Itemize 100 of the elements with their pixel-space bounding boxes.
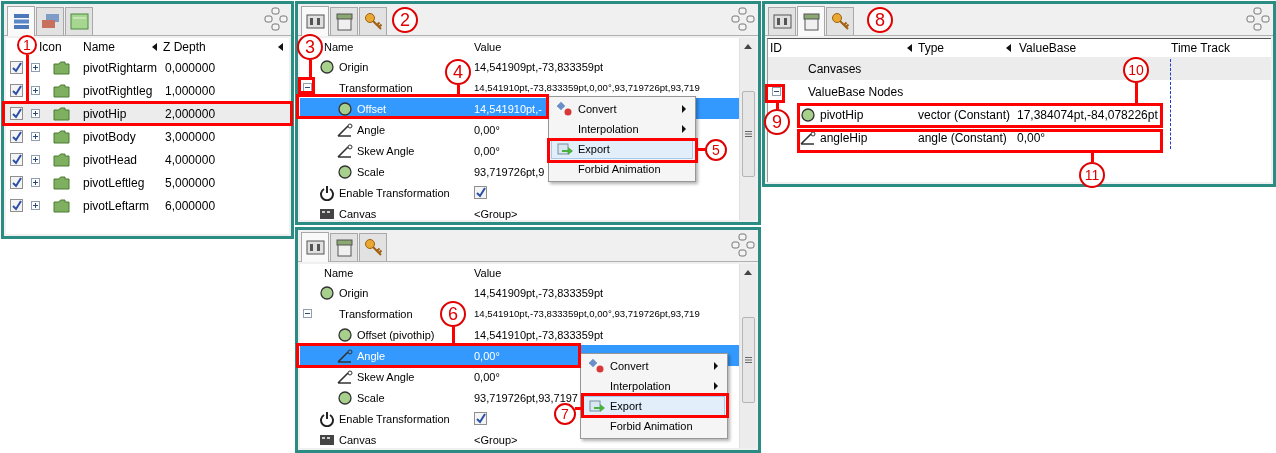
z-depth-value: 0,000000 <box>165 60 216 75</box>
export-icon <box>588 398 606 414</box>
column-header[interactable]: Name <box>324 267 354 279</box>
panel-tab[interactable] <box>826 7 854 35</box>
column-header[interactable]: Type <box>918 39 1017 57</box>
parameter-name: Offset <box>357 102 387 115</box>
leader-line <box>1135 83 1138 103</box>
layer-row[interactable]: pivotLeftleg 5,000000 <box>6 171 289 194</box>
layer-row[interactable]: pivotRightarm 0,000000 <box>6 56 289 79</box>
scroll-up-icon[interactable] <box>744 270 752 275</box>
column-header[interactable]: ValueBase <box>1017 39 1167 57</box>
z-depth-value: 3,000000 <box>165 129 216 144</box>
parameter-name: Angle <box>357 349 386 362</box>
menu-item[interactable]: Convert <box>551 99 693 119</box>
parameter-value: 14,541910pt,-73,833359pt <box>474 328 604 341</box>
parameter-value: 0,00° <box>474 349 500 362</box>
parameter-name: Scale <box>357 165 385 178</box>
panel-tab[interactable] <box>301 232 329 262</box>
panel-tab[interactable] <box>359 233 387 261</box>
expand-toggle[interactable] <box>303 309 312 318</box>
sort-arrow-icon[interactable] <box>1006 44 1011 52</box>
sort-arrow-icon[interactable] <box>278 43 283 51</box>
panel-tab[interactable] <box>330 7 358 35</box>
scrollbar[interactable] <box>739 264 756 448</box>
menu-item[interactable]: Forbid Animation <box>583 416 725 436</box>
column-header[interactable]: Name <box>324 41 354 53</box>
column-header[interactable]: ID <box>768 39 918 57</box>
parameter-value: 14,541910pt,- <box>474 102 542 115</box>
scrollbar[interactable] <box>739 38 756 220</box>
parameter-value: 93,719726pt,93,7197 <box>474 391 578 404</box>
parameter-name: Canvas <box>339 207 377 220</box>
scroll-up-icon[interactable] <box>744 44 752 49</box>
column-header[interactable]: Value <box>474 41 502 53</box>
panel-tab[interactable] <box>301 6 329 36</box>
expand-toggle[interactable] <box>31 201 40 210</box>
checkbox[interactable] <box>10 153 23 166</box>
dock-handle-icon[interactable] <box>264 7 288 31</box>
circle-icon <box>337 163 353 180</box>
dock-handle-icon[interactable] <box>731 233 755 257</box>
checkbox[interactable] <box>10 199 23 212</box>
panel-tab[interactable] <box>797 6 825 36</box>
node-value: 17,384074pt,-84,078226pt <box>1017 107 1158 122</box>
layer-row[interactable]: pivotBody 3,000000 <box>6 125 289 148</box>
menu-item[interactable]: Convert <box>583 356 725 376</box>
parameter-name: Skew Angle <box>357 370 415 383</box>
expand-toggle[interactable] <box>31 86 40 95</box>
node-id: Canvases <box>808 61 862 76</box>
menu-item[interactable]: Forbid Animation <box>551 159 693 179</box>
menu-item[interactable]: Export <box>551 139 693 159</box>
panel-tab[interactable] <box>7 6 35 36</box>
scroll-thumb[interactable] <box>741 91 755 177</box>
checkbox[interactable] <box>10 107 23 120</box>
menu-item[interactable]: Interpolation <box>551 119 693 139</box>
panel-icon <box>771 11 793 32</box>
checkbox[interactable] <box>10 130 23 143</box>
parameter-name: Skew Angle <box>357 144 415 157</box>
sort-arrow-icon[interactable] <box>152 43 157 51</box>
layer-name: pivotRightleg <box>83 83 154 98</box>
checkbox[interactable] <box>10 84 23 97</box>
expand-toggle[interactable] <box>771 87 781 96</box>
expand-toggle[interactable] <box>31 109 40 118</box>
parameter-name: Angle <box>357 123 386 136</box>
expand-toggle[interactable] <box>31 63 40 72</box>
expand-toggle[interactable] <box>303 83 312 92</box>
parameter-value: 14,541909pt,-73,833359pt <box>474 286 604 299</box>
checkbox[interactable] <box>474 186 487 199</box>
expand-toggle[interactable] <box>31 178 40 187</box>
column-header[interactable]: Name <box>83 38 163 56</box>
panel-tab[interactable] <box>768 7 796 35</box>
scroll-thumb[interactable] <box>741 317 755 403</box>
column-header[interactable]: Time Track <box>1167 39 1271 57</box>
panel-tab[interactable] <box>359 7 387 35</box>
panel-tab[interactable] <box>330 233 358 261</box>
checkbox[interactable] <box>10 61 23 74</box>
layer-row[interactable]: pivotLeftarm 6,000000 <box>6 194 289 217</box>
menu-item[interactable]: Export <box>583 396 725 416</box>
key-icon <box>829 11 851 32</box>
sort-arrow-icon[interactable] <box>907 44 912 52</box>
expand-toggle[interactable] <box>31 132 40 141</box>
jar-icon <box>333 237 355 258</box>
column-header[interactable]: Icon <box>39 38 83 56</box>
layer-name: pivotBody <box>83 129 137 144</box>
parameter-name: Origin <box>339 60 369 73</box>
layer-row[interactable]: pivotRightleg 1,000000 <box>6 79 289 102</box>
menu-item[interactable]: Interpolation <box>583 376 725 396</box>
submenu-arrow-icon <box>682 125 686 133</box>
angle-icon <box>337 121 353 138</box>
folder-icon <box>53 129 70 144</box>
shapes-icon <box>557 101 573 117</box>
dock-handle-icon[interactable] <box>731 7 755 31</box>
dock-handle-icon[interactable] <box>1246 7 1270 31</box>
expand-toggle[interactable] <box>31 155 40 164</box>
column-header[interactable]: Value <box>474 267 502 279</box>
layer-row[interactable]: pivotHead 4,000000 <box>6 148 289 171</box>
checkbox[interactable] <box>474 412 487 425</box>
checkbox[interactable] <box>10 176 23 189</box>
jar-icon <box>800 11 822 32</box>
circle-icon <box>319 284 335 301</box>
column-header[interactable]: Z Depth <box>163 38 289 56</box>
parameter-value: 14,541909pt,-73,833359pt <box>474 60 604 73</box>
